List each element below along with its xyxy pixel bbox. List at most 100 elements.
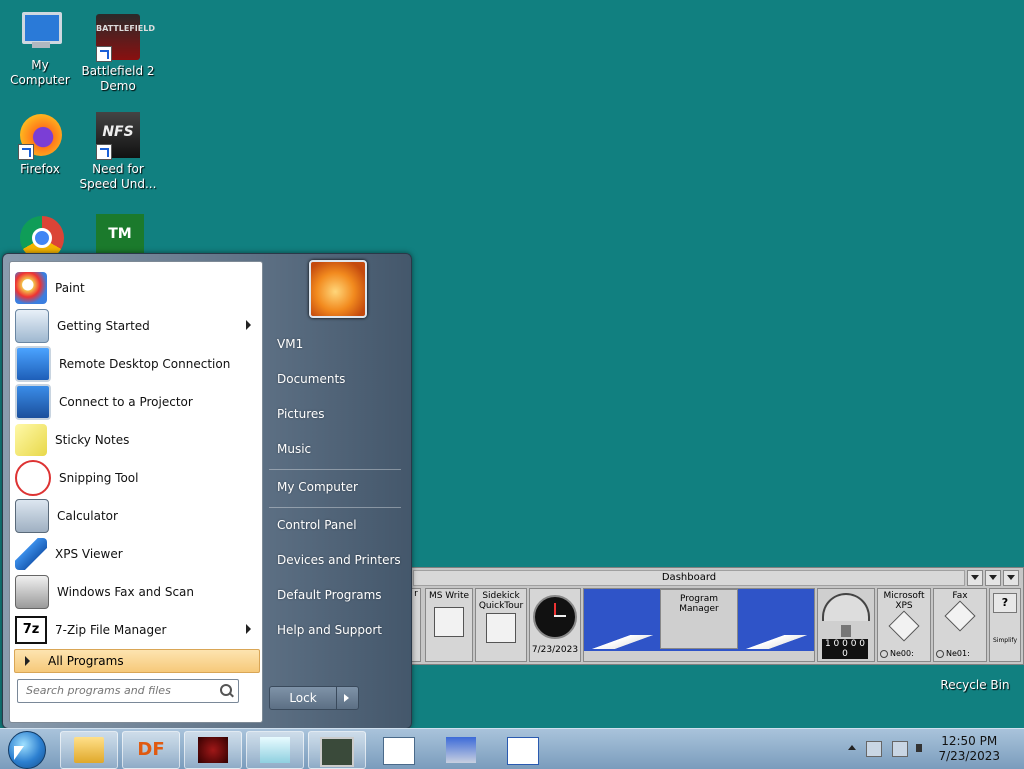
taskbar-network-app[interactable] — [432, 731, 490, 769]
search-icon[interactable] — [220, 684, 232, 696]
notepad-icon — [260, 737, 290, 763]
triangle-right-icon — [25, 656, 30, 666]
getting-started-icon — [15, 309, 49, 343]
separator — [269, 469, 401, 470]
dashboard-window[interactable]: Dashboard r MS Write Sidekick QuickTour … — [410, 567, 1024, 665]
sidekick-slot[interactable]: Sidekick QuickTour — [475, 588, 527, 662]
lock-options-arrow[interactable] — [337, 687, 358, 709]
taskbar-df[interactable]: DF — [122, 731, 180, 769]
folder-icon — [74, 737, 104, 763]
scissors-icon — [15, 460, 51, 496]
xps-viewer-icon — [15, 538, 47, 570]
volume-muted-icon[interactable] — [916, 741, 930, 755]
program-xps-viewer[interactable]: XPS Viewer — [13, 536, 259, 572]
mouse-cursor-icon — [14, 746, 24, 760]
search-input[interactable] — [18, 680, 216, 700]
desktop-icon-firefox[interactable]: Firefox — [0, 112, 80, 177]
right-item-my-computer[interactable]: My Computer — [277, 480, 358, 494]
show-hidden-icons[interactable] — [846, 741, 860, 755]
desktop-icon-nfs[interactable]: NFS Need for Speed Und... — [78, 112, 158, 192]
fuel-gauge-slot[interactable]: 1 0 0 0 0 0 — [817, 588, 875, 662]
user-picture[interactable] — [309, 260, 367, 318]
taskbar-explorer[interactable] — [60, 731, 118, 769]
projector-icon — [15, 384, 51, 420]
fax-scan-icon — [15, 575, 49, 609]
taskbar-write-app[interactable] — [494, 731, 552, 769]
ms-write-slot[interactable]: MS Write — [425, 588, 473, 662]
separator — [269, 507, 401, 508]
program-paint[interactable]: Paint — [13, 270, 259, 306]
program-getting-started[interactable]: Getting Started — [13, 308, 259, 344]
analog-clock-icon — [533, 595, 577, 639]
flag-icon[interactable] — [866, 741, 882, 757]
game-icon — [198, 737, 228, 763]
taskbar-app-red[interactable] — [184, 731, 242, 769]
firefox-icon — [16, 112, 64, 160]
remote-desktop-icon — [15, 346, 51, 382]
dashboard-scroll-button[interactable] — [1003, 570, 1019, 586]
dashboard-slot-partial[interactable]: r — [411, 588, 421, 662]
sticky-notes-icon — [15, 424, 47, 456]
search-box[interactable] — [17, 679, 239, 703]
lock-button[interactable]: Lock — [269, 686, 359, 710]
battlefield-icon: BATTLEFIELD — [94, 14, 155, 62]
taskbar-wordpad[interactable] — [370, 731, 428, 769]
fax-slot[interactable]: Fax Ne01: — [933, 588, 987, 662]
ms-write-icon — [434, 607, 464, 637]
desktop-icon-my-computer[interactable]: My Computer — [0, 8, 80, 88]
7zip-icon: 7z — [15, 616, 47, 644]
gauge-icon — [822, 593, 870, 621]
df-icon: DF — [137, 739, 165, 760]
desktop-icon-battlefield[interactable]: BATTLEFIELD Battlefield 2 Demo — [78, 14, 158, 94]
program-7zip[interactable]: 7z 7-Zip File Manager — [13, 612, 259, 648]
clock[interactable]: 12:50 PM 7/23/2023 — [938, 734, 1000, 764]
monitor-icon — [320, 737, 354, 767]
fuel-pump-icon — [841, 625, 851, 637]
dashboard-menu-button[interactable] — [967, 570, 983, 586]
taskbar: DF 12:50 PM 7/23/2023 — [0, 728, 1024, 769]
right-item-pictures[interactable]: Pictures — [277, 407, 325, 421]
fax-icon — [944, 600, 976, 632]
programs-pane: Paint Getting Started Remote Desktop Con… — [9, 261, 263, 723]
printer-icon — [888, 610, 920, 642]
program-connect-projector[interactable]: Connect to a Projector — [13, 384, 259, 420]
all-programs-button[interactable]: All Programs — [14, 649, 260, 673]
calculator-icon — [15, 499, 49, 533]
chevron-right-icon — [246, 320, 251, 330]
program-manager-slot[interactable]: Program Manager — [583, 588, 815, 662]
wrench-icon[interactable] — [994, 616, 1016, 634]
taskbar-monitor-app[interactable] — [308, 731, 366, 769]
dashboard-collapse-button[interactable] — [985, 570, 1001, 586]
right-item-control-panel[interactable]: Control Panel — [277, 518, 357, 532]
mountain-right — [738, 635, 814, 649]
program-snipping-tool[interactable]: Snipping Tool — [13, 460, 259, 496]
dashboard-title: Dashboard — [413, 570, 965, 586]
start-menu: Paint Getting Started Remote Desktop Con… — [2, 253, 412, 729]
nfs-icon: NFS — [94, 112, 142, 160]
paint-icon — [15, 272, 47, 304]
help-button[interactable]: ? — [993, 593, 1017, 613]
program-calculator[interactable]: Calculator — [13, 498, 259, 534]
computer-icon — [16, 8, 64, 56]
chevron-right-icon — [246, 624, 251, 634]
document-icon — [383, 737, 415, 765]
right-item-documents[interactable]: Documents — [277, 372, 345, 386]
network-icon — [446, 737, 476, 763]
right-item-devices-printers[interactable]: Devices and Printers — [277, 553, 401, 567]
simplify-button[interactable]: Simplify — [992, 636, 1018, 646]
mountain-left — [584, 635, 660, 649]
right-item-vm1[interactable]: VM1 — [277, 337, 303, 351]
program-fax-scan[interactable]: Windows Fax and Scan — [13, 574, 259, 610]
dashboard-tools-slot[interactable]: ? Simplify — [989, 588, 1021, 662]
program-remote-desktop[interactable]: Remote Desktop Connection — [13, 346, 259, 382]
write-icon — [507, 737, 539, 765]
program-sticky-notes[interactable]: Sticky Notes — [13, 422, 259, 458]
right-item-music[interactable]: Music — [277, 442, 311, 456]
right-item-help-support[interactable]: Help and Support — [277, 623, 382, 637]
right-item-default-programs[interactable]: Default Programs — [277, 588, 382, 602]
sidekick-icon — [486, 613, 516, 643]
clock-slot[interactable]: 7/23/2023 — [529, 588, 581, 662]
network-status-icon[interactable] — [892, 741, 908, 757]
microsoft-xps-slot[interactable]: Microsoft XPS Ne00: — [877, 588, 931, 662]
taskbar-notepad[interactable] — [246, 731, 304, 769]
